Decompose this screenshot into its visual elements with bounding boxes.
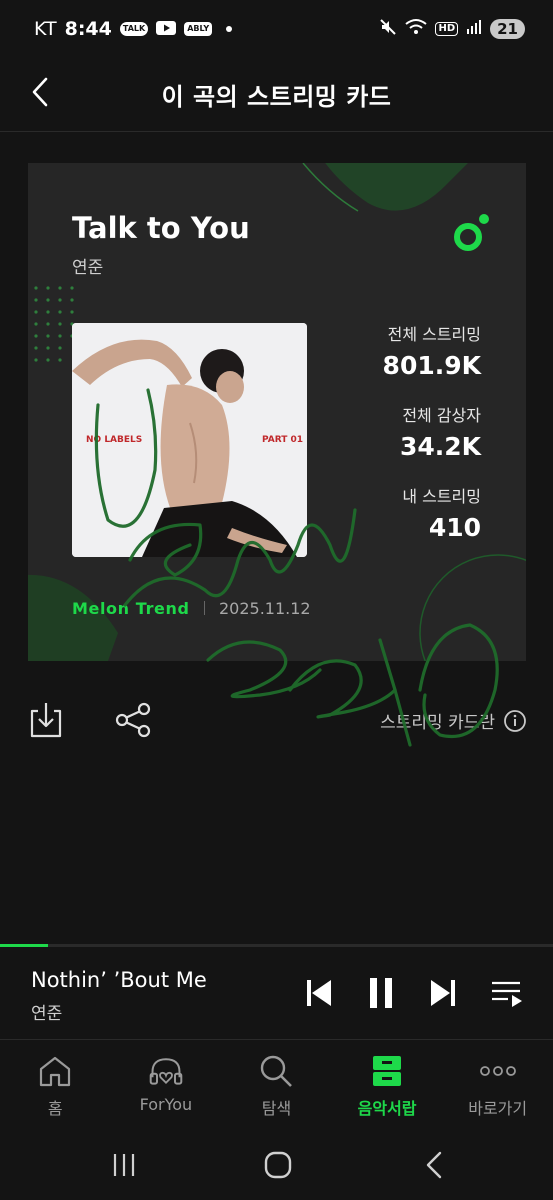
system-back-icon	[426, 1151, 442, 1179]
system-back-button[interactable]	[414, 1145, 454, 1185]
home-icon	[37, 1053, 73, 1089]
stat-my-streams-value: 410	[428, 513, 481, 542]
pause-icon	[370, 978, 392, 1008]
status-bar: KT 8:44 TALK ABLY HD 21	[0, 0, 553, 58]
melon-trend-label: Melon Trend	[72, 599, 190, 618]
pause-button[interactable]	[363, 975, 399, 1011]
card-date: 2025.11.12	[219, 599, 311, 618]
download-button[interactable]	[26, 700, 66, 740]
hd-voice-icon: HD	[435, 22, 459, 36]
mute-icon	[379, 18, 397, 40]
youtube-icon	[156, 18, 177, 40]
system-navigation-bar	[0, 1131, 553, 1200]
recent-apps-button[interactable]	[104, 1145, 144, 1185]
status-time: 8:44	[64, 18, 112, 40]
download-icon	[30, 703, 62, 738]
page-title: 이 곡의 스트리밍 카드	[161, 83, 392, 111]
info-icon	[504, 709, 526, 732]
nav-home[interactable]: 홈	[0, 1041, 111, 1131]
foryou-headphones-icon	[148, 1053, 184, 1089]
album-art: NO LABELS PART 01	[72, 323, 307, 557]
card-artist-name: 연준	[72, 258, 104, 278]
album-label-left: NO LABELS	[86, 435, 143, 445]
card-song-title: Talk to You	[72, 211, 250, 245]
search-icon	[258, 1053, 294, 1089]
stat-total-listeners-value: 34.2K	[399, 432, 481, 461]
status-left: KT 8:44 TALK ABLY	[34, 18, 233, 40]
album-label-right: PART 01	[262, 435, 304, 445]
share-button[interactable]	[113, 700, 153, 740]
streaming-card-info-link[interactable]: 스트리밍 카드란	[380, 708, 527, 733]
nav-foryou[interactable]: ForYou	[111, 1041, 222, 1131]
nav-explore[interactable]: 탐색	[221, 1041, 332, 1131]
nav-shortcuts-label: 바로가기	[468, 1099, 528, 1118]
notification-dot-icon	[226, 26, 233, 32]
battery-indicator: 21	[490, 19, 525, 39]
next-track-button[interactable]	[425, 975, 461, 1011]
card-info-label: 스트리밍 카드란	[380, 713, 495, 733]
kakaotalk-icon: TALK	[119, 22, 149, 36]
music-drawer-icon	[369, 1053, 405, 1089]
bottom-navigation: 홈 ForYou 탐색 음악서랍 바로가기	[0, 1041, 553, 1131]
recent-apps-icon	[113, 1154, 135, 1176]
skip-previous-icon	[307, 980, 331, 1006]
trend-divider	[204, 601, 205, 615]
back-button[interactable]	[22, 74, 58, 110]
stat-total-streams-value: 801.9K	[382, 351, 481, 380]
wifi-icon	[405, 18, 428, 40]
stat-total-streams-label: 전체 스트리밍	[387, 325, 481, 344]
stream-stats: 전체 스트리밍 801.9K 전체 감상자 34.2K 내 스트리밍 410	[383, 321, 481, 564]
now-playing-artist: 연준	[31, 1004, 63, 1024]
playlist-icon	[492, 981, 522, 1007]
previous-track-button[interactable]	[301, 975, 337, 1011]
carrier: KT	[34, 18, 57, 40]
nav-music-drawer[interactable]: 음악서랍	[332, 1041, 443, 1131]
nav-shortcuts[interactable]: 바로가기	[442, 1041, 553, 1131]
signal-icon	[466, 19, 482, 39]
skip-next-icon	[431, 980, 455, 1006]
status-right: HD 21	[379, 18, 525, 40]
page-header: 이 곡의 스트리밍 카드	[0, 58, 553, 132]
share-icon	[115, 702, 151, 738]
mini-player[interactable]: Nothin’ ’Bout Me 연준	[0, 947, 553, 1040]
nav-explore-label: 탐색	[261, 1099, 292, 1118]
stat-my-streams-label: 내 스트리밍	[402, 487, 481, 506]
more-dots-icon	[479, 1053, 516, 1089]
melon-logo-icon	[454, 214, 489, 251]
ably-icon: ABLY	[184, 22, 213, 36]
card-actions: 스트리밍 카드란	[0, 690, 553, 750]
streaming-card: Talk to You 연준 NO LABELS PART 01 전체 스트리밍…	[28, 163, 526, 661]
home-button[interactable]	[258, 1145, 298, 1185]
nav-foryou-label: ForYou	[139, 1095, 193, 1114]
stat-total-listeners-label: 전체 감상자	[402, 406, 481, 425]
now-playing-title: Nothin’ ’Bout Me	[31, 968, 207, 992]
nav-music-drawer-label: 음악서랍	[357, 1099, 417, 1118]
home-circle-icon	[264, 1151, 292, 1179]
nav-home-label: 홈	[47, 1099, 63, 1118]
chevron-left-icon	[32, 77, 48, 107]
playlist-button[interactable]	[489, 975, 525, 1011]
